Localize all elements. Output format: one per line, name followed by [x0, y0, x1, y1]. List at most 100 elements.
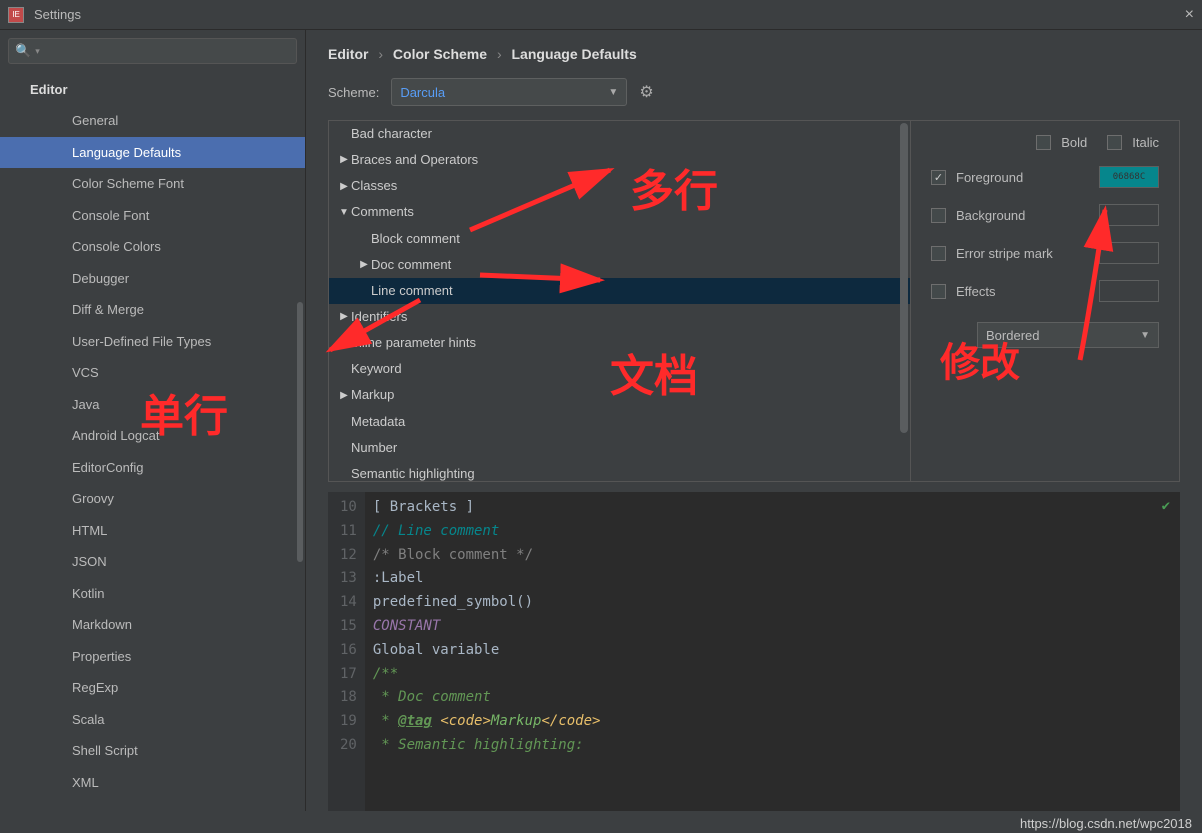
- sidebar-item[interactable]: RegExp: [0, 672, 305, 704]
- sidebar-item[interactable]: Properties: [0, 641, 305, 673]
- watermark: https://blog.csdn.net/wpc2018: [1020, 816, 1192, 831]
- code-line[interactable]: // Line comment: [373, 520, 1172, 544]
- sidebar-item[interactable]: Scala: [0, 704, 305, 736]
- tree-item[interactable]: ▶Doc comment: [329, 252, 910, 278]
- search-input[interactable]: 🔍▾: [8, 38, 297, 64]
- tree-item-label: Markup: [351, 385, 394, 405]
- code-line[interactable]: CONSTANT: [373, 615, 1172, 639]
- tree-item-label: Number: [351, 438, 397, 458]
- color-swatch[interactable]: [1099, 280, 1159, 302]
- code-line[interactable]: Global variable: [373, 639, 1172, 663]
- tree-item[interactable]: Keyword: [329, 356, 910, 382]
- sidebar-list: GeneralLanguage DefaultsColor Scheme Fon…: [0, 105, 305, 811]
- tree-item-label: Doc comment: [371, 255, 451, 275]
- settings-sidebar: 🔍▾ Editor GeneralLanguage DefaultsColor …: [0, 30, 306, 811]
- scheme-value: Darcula: [400, 85, 445, 100]
- italic-option[interactable]: Italic: [1107, 135, 1159, 150]
- sidebar-item[interactable]: General: [0, 105, 305, 137]
- color-swatch[interactable]: [1099, 242, 1159, 264]
- code-line[interactable]: /**: [373, 663, 1172, 687]
- tree-item[interactable]: ▶Classes: [329, 173, 910, 199]
- checkbox[interactable]: [1107, 135, 1122, 150]
- sidebar-item[interactable]: Console Font: [0, 200, 305, 232]
- tree-item[interactable]: Number: [329, 435, 910, 461]
- code-line[interactable]: [ Brackets ]: [373, 496, 1172, 520]
- tree-toggle-icon[interactable]: ▶: [337, 388, 351, 404]
- code-line[interactable]: :Label: [373, 567, 1172, 591]
- checkbox[interactable]: [931, 170, 946, 185]
- style-options: Bold Italic Foreground 06868C Background: [911, 121, 1179, 481]
- breadcrumb-item[interactable]: Color Scheme: [393, 46, 487, 62]
- error-stripe-option[interactable]: Error stripe mark: [931, 242, 1159, 264]
- foreground-option[interactable]: Foreground 06868C: [931, 166, 1159, 188]
- sidebar-item[interactable]: Diff & Merge: [0, 294, 305, 326]
- scrollbar[interactable]: [297, 302, 303, 562]
- sidebar-item[interactable]: Markdown: [0, 609, 305, 641]
- scheme-select[interactable]: Darcula ▼: [391, 78, 627, 106]
- tree-toggle-icon[interactable]: ▼: [337, 205, 351, 221]
- tree-item-label: Semantic highlighting: [351, 464, 475, 481]
- code-line[interactable]: * Semantic highlighting:: [373, 734, 1172, 758]
- tree-item[interactable]: Block comment: [329, 226, 910, 252]
- sidebar-item[interactable]: Shell Script: [0, 735, 305, 767]
- sidebar-item[interactable]: EditorConfig: [0, 452, 305, 484]
- code-line[interactable]: predefined_symbol(): [373, 591, 1172, 615]
- tree-item-label: Keyword: [351, 359, 402, 379]
- tree-toggle-icon[interactable]: ▶: [337, 309, 351, 325]
- tree-item[interactable]: ▶Inline parameter hints: [329, 330, 910, 356]
- code-line[interactable]: * Doc comment: [373, 686, 1172, 710]
- tree-toggle-icon[interactable]: ▶: [337, 335, 351, 351]
- breadcrumb-item: Language Defaults: [512, 46, 637, 62]
- code-preview: 1011121314151617181920 [ Brackets ]// Li…: [328, 492, 1180, 811]
- sidebar-item[interactable]: XML: [0, 767, 305, 799]
- color-swatch[interactable]: 06868C: [1099, 166, 1159, 188]
- tree-toggle-icon[interactable]: ▶: [337, 179, 351, 195]
- bold-option[interactable]: Bold: [1036, 135, 1087, 150]
- tree-toggle-icon[interactable]: ▶: [337, 152, 351, 168]
- sidebar-item[interactable]: Groovy: [0, 483, 305, 515]
- scrollbar[interactable]: [900, 123, 908, 433]
- tree-item[interactable]: ▶Identifiers: [329, 304, 910, 330]
- tree-item-label: Inline parameter hints: [351, 333, 476, 353]
- sidebar-item[interactable]: Android Logcat: [0, 420, 305, 452]
- sidebar-item[interactable]: Debugger: [0, 263, 305, 295]
- checkbox[interactable]: [1036, 135, 1051, 150]
- code-line[interactable]: /* Block comment */: [373, 544, 1172, 568]
- sidebar-item[interactable]: Kotlin: [0, 578, 305, 610]
- checkbox[interactable]: [931, 208, 946, 223]
- background-option[interactable]: Background: [931, 204, 1159, 226]
- close-icon[interactable]: ×: [1185, 6, 1194, 24]
- tree-item[interactable]: Line comment: [329, 278, 910, 304]
- sidebar-item[interactable]: JSON: [0, 546, 305, 578]
- sidebar-item[interactable]: HTML: [0, 515, 305, 547]
- sidebar-category[interactable]: Editor: [0, 72, 305, 105]
- gear-icon[interactable]: ⚙: [639, 82, 653, 102]
- scheme-row: Scheme: Darcula ▼ ⚙: [306, 74, 1202, 120]
- color-swatch[interactable]: [1099, 204, 1159, 226]
- gutter: 1011121314151617181920: [328, 492, 365, 811]
- effects-type-select[interactable]: Bordered ▼: [977, 322, 1159, 348]
- tree-item[interactable]: ▼Comments: [329, 199, 910, 225]
- tree-item[interactable]: Semantic highlighting: [329, 461, 910, 481]
- tree-item[interactable]: Metadata: [329, 409, 910, 435]
- settings-content: Editor › Color Scheme › Language Default…: [306, 30, 1202, 811]
- effects-option[interactable]: Effects: [931, 280, 1159, 302]
- tree-item-label: Line comment: [371, 281, 453, 301]
- code-area[interactable]: [ Brackets ]// Line comment/* Block comm…: [365, 492, 1180, 811]
- checkbox[interactable]: [931, 246, 946, 261]
- tree-toggle-icon[interactable]: ▶: [357, 257, 371, 273]
- checkbox[interactable]: [931, 284, 946, 299]
- sidebar-item[interactable]: VCS: [0, 357, 305, 389]
- sidebar-item[interactable]: Console Colors: [0, 231, 305, 263]
- breadcrumb: Editor › Color Scheme › Language Default…: [306, 30, 1202, 74]
- tree-item[interactable]: ▶Braces and Operators: [329, 147, 910, 173]
- tree-item[interactable]: ▶Markup: [329, 382, 910, 408]
- code-line[interactable]: * @tag <code>Markup</code>: [373, 710, 1172, 734]
- breadcrumb-item[interactable]: Editor: [328, 46, 368, 62]
- sidebar-item[interactable]: User-Defined File Types: [0, 326, 305, 358]
- sidebar-item[interactable]: Color Scheme Font: [0, 168, 305, 200]
- tree-item[interactable]: Bad character: [329, 121, 910, 147]
- sidebar-item[interactable]: Java: [0, 389, 305, 421]
- sidebar-item[interactable]: Language Defaults: [0, 137, 305, 169]
- tree-item-label: Bad character: [351, 124, 432, 144]
